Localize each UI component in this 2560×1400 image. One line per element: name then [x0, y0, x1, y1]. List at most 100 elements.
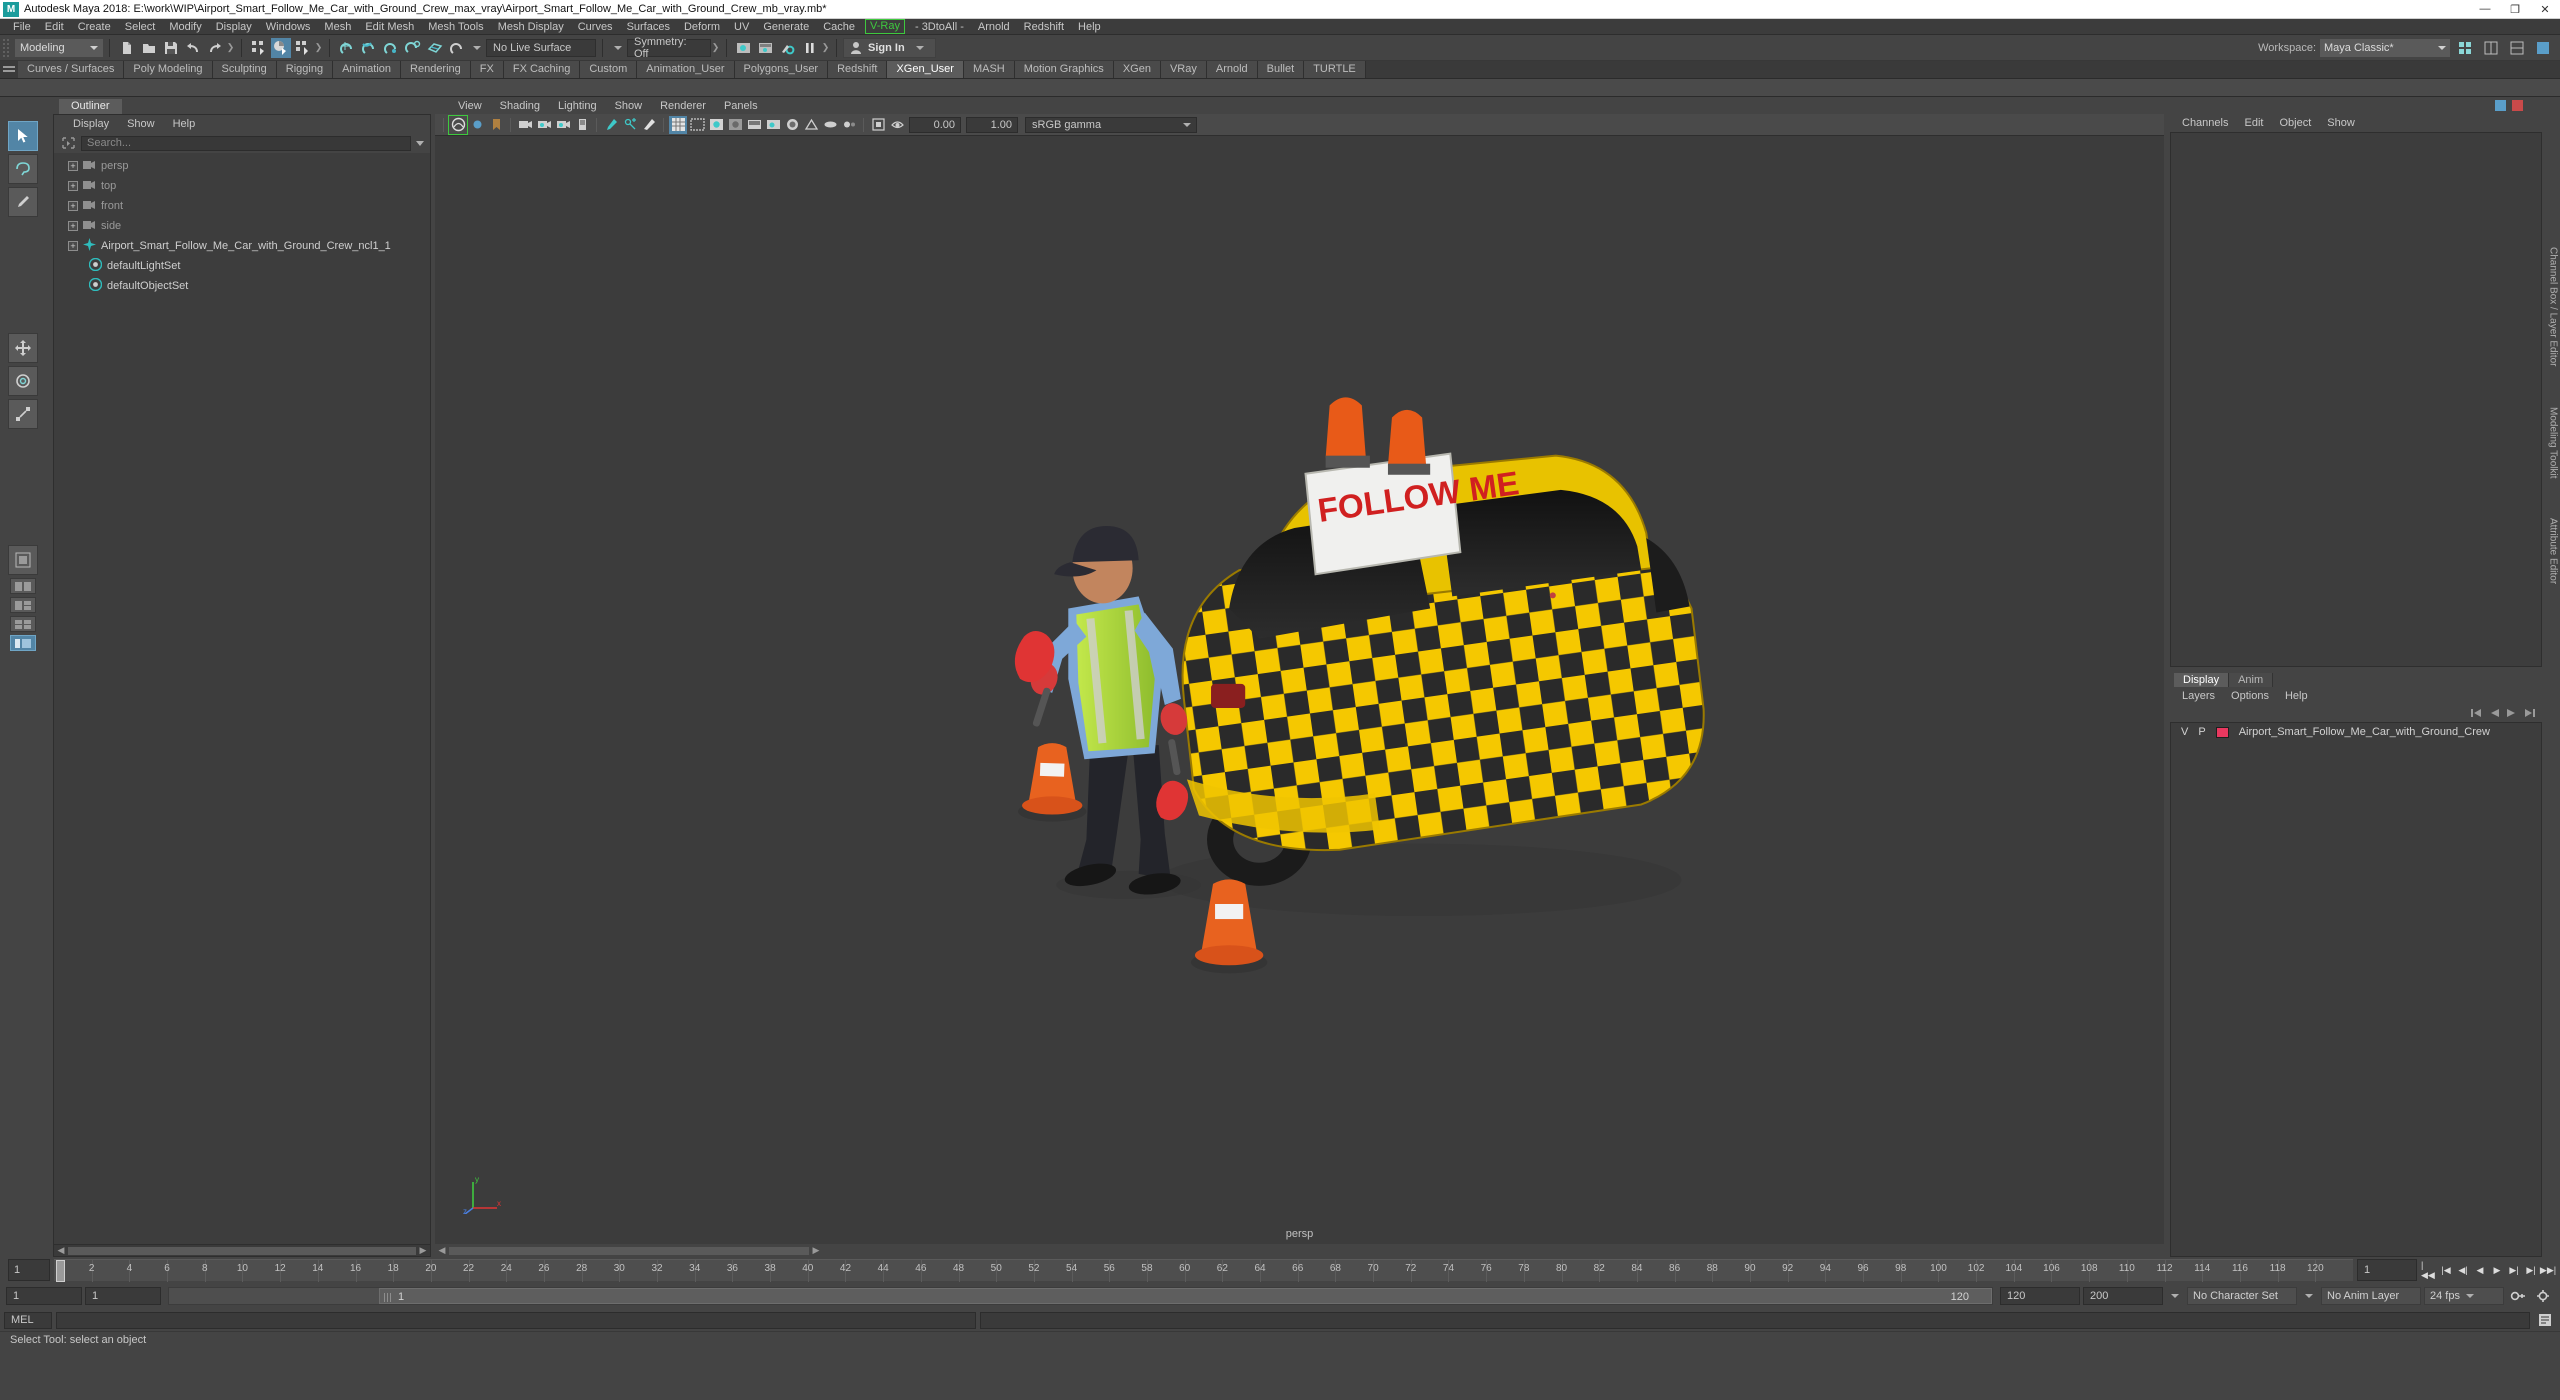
playback-button-1[interactable]: |◀ — [2438, 1261, 2454, 1279]
viewport-layout-4up-button[interactable] — [9, 616, 36, 632]
image-plane-icon[interactable] — [573, 116, 591, 134]
gamma-field[interactable]: 1.00 — [966, 116, 1018, 133]
range-slider-handle[interactable]: 1 120 — [379, 1288, 1992, 1304]
maximize-button[interactable]: ❐ — [2500, 0, 2530, 19]
live-surface-field[interactable]: No Live Surface — [486, 38, 596, 57]
channel-box-toggle-icon[interactable] — [2494, 99, 2507, 112]
expand-toggle-icon[interactable]: + — [68, 241, 78, 251]
scroll-thumb[interactable] — [449, 1246, 809, 1255]
viewport-layout-outliner-button[interactable] — [9, 635, 36, 651]
attribute-editor-toggle-icon[interactable] — [2511, 99, 2524, 112]
outliner-menu-display[interactable]: Display — [64, 118, 118, 130]
magnet-snap-button[interactable] — [447, 38, 467, 58]
anim-layer-chevron-icon[interactable] — [2305, 1294, 2313, 1298]
menu-set-selector[interactable]: Modeling — [15, 38, 103, 57]
menu-item-redshift[interactable]: Redshift — [1017, 19, 1071, 35]
range-start-field[interactable]: 1 — [6, 1287, 82, 1305]
pause-render-button[interactable] — [800, 38, 820, 58]
channel-menu-edit[interactable]: Edit — [2236, 117, 2271, 129]
select-tool-button[interactable] — [7, 121, 38, 151]
channel-menu-show[interactable]: Show — [2319, 117, 2363, 129]
two-d-pan-zoom-icon[interactable] — [535, 116, 553, 134]
channel-box-body[interactable] — [2170, 132, 2542, 667]
toolbar-expand-2[interactable]: ❯ — [314, 38, 323, 58]
outliner-menu-show[interactable]: Show — [118, 118, 164, 130]
channel-menu-object[interactable]: Object — [2271, 117, 2319, 129]
toolbar-grip[interactable] — [2, 37, 11, 58]
scroll-left-icon[interactable]: ◀ — [437, 1245, 447, 1256]
exposure-field[interactable]: 0.00 — [909, 116, 961, 133]
character-set-combo[interactable]: No Character Set — [2187, 1287, 2297, 1305]
menu-item-edit-mesh[interactable]: Edit Mesh — [358, 19, 421, 35]
close-button[interactable]: ✕ — [2530, 0, 2560, 19]
layer-visibility-toggle[interactable]: V — [2181, 726, 2188, 738]
channel-menu-channels[interactable]: Channels — [2174, 117, 2236, 129]
layer-last-icon[interactable] — [2524, 708, 2536, 718]
anim-layer-combo[interactable]: No Anim Layer — [2321, 1287, 2421, 1305]
select-by-component-type-button[interactable] — [293, 38, 313, 58]
menu-item-display[interactable]: Display — [209, 19, 259, 35]
shaded-icon[interactable] — [707, 116, 725, 134]
3d-viewport[interactable]: FOLLOW ME y x z persp — [435, 136, 2164, 1244]
paint-effects-icon[interactable] — [602, 116, 620, 134]
menu-item-modify[interactable]: Modify — [162, 19, 208, 35]
layer-editor-tab-anim[interactable]: Anim — [2229, 673, 2274, 687]
workspace-layout-2-button[interactable] — [2507, 38, 2527, 58]
viewport-menu-shading[interactable]: Shading — [491, 100, 549, 112]
menu-item-generate[interactable]: Generate — [756, 19, 816, 35]
layer-playback-toggle[interactable]: P — [2198, 726, 2205, 738]
move-tool-button[interactable] — [7, 333, 38, 363]
viewport-layout-2up-button[interactable] — [9, 578, 36, 594]
redo-button[interactable] — [205, 38, 225, 58]
smooth-shade-icon[interactable] — [640, 116, 658, 134]
outliner-menu-help[interactable]: Help — [164, 118, 205, 130]
outliner-item[interactable]: defaultLightSet — [54, 256, 430, 276]
scroll-thumb[interactable] — [68, 1246, 416, 1255]
playback-button-7[interactable]: ▶▶| — [2540, 1261, 2556, 1279]
outliner-item[interactable]: + Airport_Smart_Follow_Me_Car_with_Ground… — [54, 236, 430, 256]
layers-menu-help[interactable]: Help — [2277, 690, 2316, 702]
lock-camera-icon[interactable] — [468, 116, 486, 134]
menu-item-v-ray[interactable]: V-Ray — [865, 19, 905, 34]
layer-color-swatch[interactable] — [2215, 726, 2229, 738]
ambient-occlusion-icon[interactable] — [783, 116, 801, 134]
shelf-tab-xgen-user[interactable]: XGen_User — [887, 61, 964, 78]
shelf-tab-custom[interactable]: Custom — [580, 61, 638, 78]
shadows-icon[interactable] — [764, 116, 782, 134]
playback-button-2[interactable]: ◀| — [2455, 1261, 2471, 1279]
workspace-grid-button[interactable] — [2455, 38, 2475, 58]
xray-mode-icon[interactable] — [888, 116, 906, 134]
snap-to-grid-button[interactable] — [337, 38, 357, 58]
shelf-tab-rigging[interactable]: Rigging — [276, 61, 334, 78]
layer-prev-icon[interactable] — [2488, 708, 2500, 718]
undo-button[interactable] — [183, 38, 203, 58]
expand-toggle-icon[interactable]: + — [68, 161, 78, 171]
wireframe-shading-icon[interactable] — [669, 115, 687, 134]
menu-item-mesh-display[interactable]: Mesh Display — [491, 19, 571, 35]
snap-to-projected-center-button[interactable] — [403, 38, 423, 58]
motion-blur-icon[interactable] — [821, 116, 839, 134]
camera-attributes-icon[interactable] — [516, 116, 534, 134]
outliner-horizontal-scrollbar[interactable]: ◀ ▶ — [54, 1244, 430, 1256]
workspace-layout-3-button[interactable] — [2533, 38, 2553, 58]
lasso-tool-button[interactable] — [7, 154, 38, 184]
snap-to-point-button[interactable] — [381, 38, 401, 58]
playback-button-0[interactable]: |◀◀ — [2421, 1260, 2437, 1280]
select-by-object-type-button[interactable] — [271, 37, 291, 58]
shelf-tab-turtle[interactable]: TURTLE — [1304, 61, 1366, 78]
toolbar-expand-1[interactable]: ❯ — [226, 38, 235, 58]
viewport-layout-single-button[interactable] — [7, 545, 38, 575]
xray-joints-icon[interactable] — [621, 116, 639, 134]
snap-options-chevron-icon[interactable] — [473, 45, 481, 50]
command-input[interactable] — [56, 1311, 976, 1329]
snap-to-curve-button[interactable] — [359, 38, 379, 58]
menu-item-select[interactable]: Select — [118, 19, 163, 35]
menu-item-edit[interactable]: Edit — [38, 19, 71, 35]
outliner-tree[interactable]: + persp + top + front + side + Airport_Smart_Foll… — [54, 153, 430, 1244]
viewport-menu-lighting[interactable]: Lighting — [549, 100, 606, 112]
playback-end-field[interactable]: 120 — [2000, 1287, 2080, 1305]
bookmark-icon[interactable] — [487, 116, 505, 134]
use-all-lights-icon[interactable] — [745, 116, 763, 134]
anti-alias-icon[interactable] — [802, 116, 820, 134]
save-scene-button[interactable] — [161, 38, 181, 58]
